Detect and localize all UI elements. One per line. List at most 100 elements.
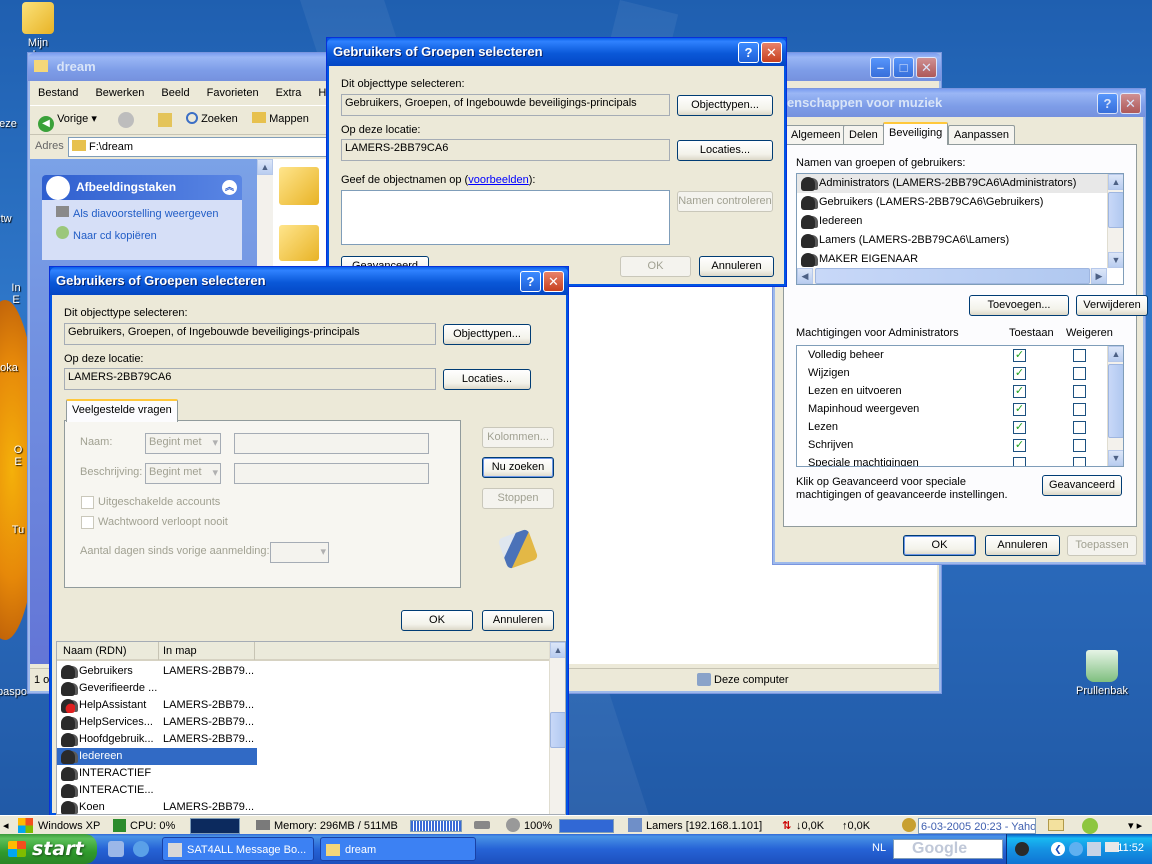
maximize-button[interactable]: □ [893, 57, 914, 78]
list-item[interactable]: Gebruikers (LAMERS-2BB79CA6\Gebruikers) [797, 193, 1123, 212]
table-row[interactable]: Iedereen [57, 748, 257, 765]
groups-list[interactable]: Administrators (LAMERS-2BB79CA6\Administ… [796, 173, 1124, 285]
ok-button[interactable]: OK [903, 535, 976, 556]
desktop-icon-recycle-bin[interactable]: Prullenbak [1062, 650, 1142, 697]
check-names-button[interactable]: Namen controleren [677, 191, 773, 212]
tab-general[interactable]: Algemeen [785, 125, 847, 145]
permission-deny-checkbox[interactable] [1073, 421, 1086, 434]
tray-icon[interactable] [1015, 842, 1029, 856]
scroll-down-button[interactable]: ▼ [1108, 450, 1123, 466]
cancel-button[interactable]: Annuleren [482, 610, 554, 631]
scroll-up-button[interactable]: ▲ [550, 642, 565, 658]
select-dialog-titlebar[interactable]: Gebruikers of Groepen selecteren ? ✕ [50, 267, 568, 295]
scroll-thumb[interactable] [550, 712, 565, 748]
column-header-name[interactable]: Naam (RDN) [63, 645, 127, 657]
yahoo-ticker[interactable]: 6-03-2005 20:23 - Yaho [918, 818, 1036, 834]
tray-icon[interactable] [1087, 842, 1101, 856]
list-item[interactable]: Lamers (LAMERS-2BB79CA6\Lamers) [797, 231, 1123, 250]
apply-button[interactable]: Toepassen [1067, 535, 1137, 556]
quicklaunch-ie-icon[interactable] [133, 841, 149, 857]
permission-allow-checkbox[interactable]: ✓ [1013, 403, 1026, 416]
back-button[interactable]: ◀ Vorige ▾ [38, 112, 97, 132]
folders-button[interactable]: Mappen [252, 112, 309, 125]
add-button[interactable]: Toevoegen... [969, 295, 1069, 316]
chevron-down-icon[interactable]: ▾ ▸ [1128, 818, 1142, 834]
menu-bestand[interactable]: Bestand [38, 87, 78, 99]
description-mode-select[interactable]: Begint met ▾ [145, 463, 221, 484]
tab-security[interactable]: Beveiliging [883, 122, 949, 145]
stop-button[interactable]: Stoppen [482, 488, 554, 509]
columns-button[interactable]: Kolommen... [482, 427, 554, 448]
permission-allow-checkbox[interactable]: ✓ [1013, 367, 1026, 380]
tray-icon[interactable] [1069, 842, 1083, 856]
permission-allow-checkbox[interactable]: ✓ [1013, 439, 1026, 452]
close-button[interactable]: ✕ [916, 57, 937, 78]
start-button[interactable]: start [0, 834, 97, 864]
scroll-thumb[interactable] [1108, 192, 1123, 228]
address-input[interactable]: F:\dream [68, 137, 330, 157]
close-button[interactable]: ✕ [1120, 93, 1141, 114]
scroll-up-button[interactable]: ▲ [1108, 174, 1123, 190]
permission-deny-checkbox[interactable] [1073, 367, 1086, 380]
up-folder-icon[interactable] [158, 113, 172, 127]
menu-extra[interactable]: Extra [276, 87, 302, 99]
help-button[interactable]: ? [520, 271, 541, 292]
app-icon[interactable] [1082, 818, 1098, 834]
select-dialog-titlebar[interactable]: Gebruikers of Groepen selecteren ? ✕ [327, 38, 786, 66]
menu-beeld[interactable]: Beeld [161, 87, 189, 99]
tab-common-queries[interactable]: Veelgestelde vragen [66, 399, 178, 422]
permission-deny-checkbox[interactable] [1073, 403, 1086, 416]
properties-titlebar[interactable]: genschappen voor muziek ? ✕ [773, 89, 1145, 117]
days-select[interactable]: ▾ [270, 542, 329, 563]
permission-deny-checkbox[interactable] [1073, 385, 1086, 398]
quicklaunch-desktop-icon[interactable] [108, 841, 124, 857]
disabled-accounts-checkbox[interactable] [81, 496, 94, 509]
objecttypes-button[interactable]: Objecttypen... [677, 95, 773, 116]
scroll-left-icon[interactable]: ◂ [3, 818, 9, 834]
advanced-button[interactable]: Geavanceerd [1042, 475, 1122, 496]
permission-deny-checkbox[interactable] [1073, 439, 1086, 452]
groups-hscroll[interactable]: ◀ ▶ [797, 268, 1107, 284]
table-row[interactable]: Hoofdgebruik... LAMERS-2BB79... [57, 731, 257, 748]
search-now-button[interactable]: Nu zoeken [482, 457, 554, 478]
column-header-folder[interactable]: In map [163, 645, 197, 657]
folder-icon[interactable] [279, 225, 319, 261]
name-input[interactable] [234, 433, 429, 454]
cancel-button[interactable]: Annuleren [699, 256, 774, 277]
task-panel-header[interactable]: Afbeeldingstaken ︽ [42, 175, 242, 200]
folder-icon[interactable] [279, 167, 319, 205]
object-names-input[interactable] [341, 190, 670, 245]
list-item[interactable]: Iedereen [797, 212, 1123, 231]
permission-allow-checkbox[interactable] [1013, 457, 1026, 466]
select-dialog-background[interactable]: Gebruikers of Groepen selecteren ? ✕ Dit… [326, 37, 787, 287]
objecttypes-button[interactable]: Objecttypen... [443, 324, 531, 345]
scroll-thumb[interactable] [1108, 364, 1123, 438]
close-button[interactable]: ✕ [761, 42, 782, 63]
results-vscroll[interactable]: ▲ [549, 642, 565, 814]
ok-button[interactable]: OK [401, 610, 473, 631]
permission-allow-checkbox[interactable]: ✓ [1013, 385, 1026, 398]
select-dialog[interactable]: Gebruikers of Groepen selecteren ? ✕ Dit… [49, 266, 569, 816]
task-burn-cd-link[interactable]: Naar cd kopiëren [56, 226, 157, 242]
table-row[interactable]: INTERACTIE... [57, 782, 257, 799]
ok-button[interactable]: OK [620, 256, 691, 277]
table-row[interactable]: Gebruikers LAMERS-2BB79... [57, 663, 257, 680]
groups-vscroll[interactable]: ▲ ▼ [1107, 174, 1123, 268]
permissions-list[interactable]: Volledig beheer ✓ Wijzigen ✓ Lezen en uitvoe… [796, 345, 1124, 467]
permissions-vscroll[interactable]: ▲ ▼ [1107, 346, 1123, 466]
permission-deny-checkbox[interactable] [1073, 349, 1086, 362]
scroll-left-button[interactable]: ◀ [797, 268, 813, 284]
table-row[interactable]: INTERACTIEF [57, 765, 257, 782]
list-item[interactable]: Administrators (LAMERS-2BB79CA6\Administ… [797, 174, 1123, 193]
language-indicator[interactable]: NL [872, 842, 886, 854]
google-search-box[interactable]: Google [893, 839, 1003, 859]
remove-button[interactable]: Verwijderen [1076, 295, 1148, 316]
cancel-button[interactable]: Annuleren [985, 535, 1060, 556]
table-row[interactable]: Koen LAMERS-2BB79... [57, 799, 257, 814]
scroll-up-button[interactable]: ▲ [257, 159, 273, 175]
examples-link[interactable]: voorbeelden [468, 174, 529, 186]
description-input[interactable] [234, 463, 429, 484]
help-button[interactable]: ? [738, 42, 759, 63]
permission-allow-checkbox[interactable]: ✓ [1013, 421, 1026, 434]
table-row[interactable]: HelpAssistant LAMERS-2BB79... [57, 697, 257, 714]
